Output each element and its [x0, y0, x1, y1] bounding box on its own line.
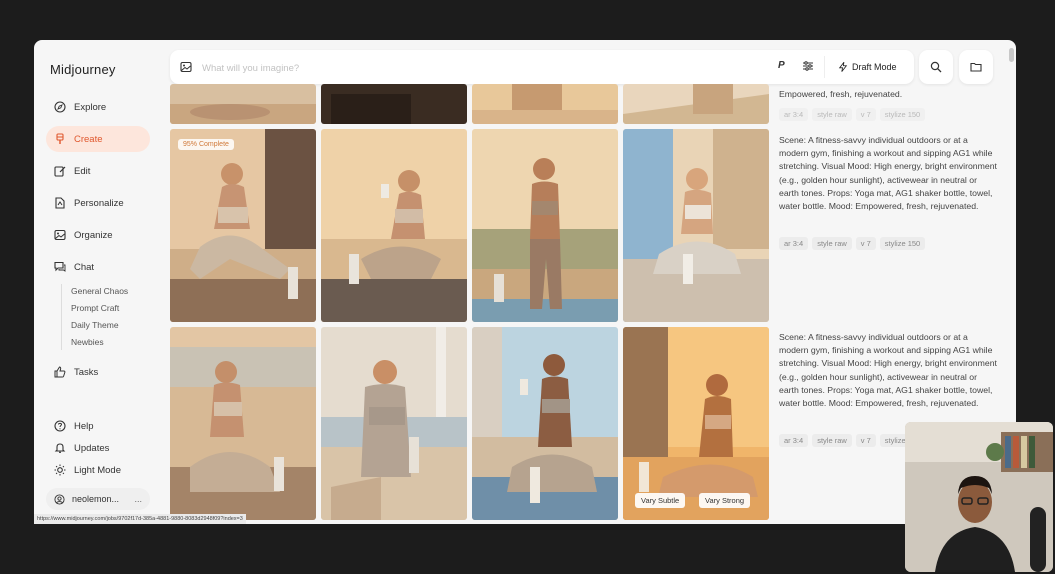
app-logo[interactable]: Midjourney	[50, 62, 116, 77]
status-bar-url: https://www.midjourney.com/jobs/9702f17d…	[34, 514, 246, 524]
sidebar-item-label: Chat	[74, 261, 95, 273]
edit-icon	[54, 166, 66, 177]
sidebar-item-label: Light Mode	[74, 464, 122, 476]
sidebar-item-label: Organize	[74, 229, 113, 241]
sidebar-item-label: Tasks	[74, 366, 99, 378]
sidebar-item-explore[interactable]: Explore	[46, 94, 150, 120]
brush-icon	[56, 133, 64, 144]
image-tile[interactable]	[321, 327, 467, 520]
chat-icon	[54, 261, 66, 272]
sidebar-item-label: Create	[74, 133, 103, 145]
prompt-bar: P Draft Mode	[170, 50, 914, 84]
prompt-tags: ar 3:4 style raw v 7 stylize 150	[779, 434, 926, 447]
tag-stylize[interactable]: stylize 150	[879, 108, 926, 121]
tag-stylize[interactable]: stylize 150	[879, 237, 926, 250]
search-icon	[930, 61, 942, 73]
image-tile[interactable]: Vary Subtle Vary Strong	[623, 327, 769, 520]
divider	[824, 56, 825, 78]
image-prompt-icon[interactable]	[180, 61, 192, 73]
image-tile[interactable]	[321, 84, 467, 124]
tag-aspect-ratio[interactable]: ar 3:4	[779, 108, 809, 121]
vary-strong-button[interactable]: Vary Strong	[699, 493, 751, 508]
prompt-input[interactable]	[200, 58, 764, 78]
sidebar-item-light-mode[interactable]: Light Mode	[46, 457, 150, 483]
chat-room-newbies[interactable]: Newbies	[71, 337, 104, 347]
personalize-icon	[55, 197, 65, 209]
sidebar-item-label: Help	[74, 420, 94, 432]
draft-mode-label: Draft Mode	[852, 62, 897, 72]
personalization-button[interactable]: P	[778, 60, 785, 71]
progress-badge: 95% Complete	[178, 139, 234, 150]
sidebar-item-create[interactable]: Create	[46, 126, 150, 152]
compass-icon	[54, 101, 66, 113]
chat-room-prompt-craft[interactable]: Prompt Craft	[71, 303, 119, 313]
tag-version[interactable]: v 7	[855, 434, 876, 447]
image-tile[interactable]: 95% Complete	[170, 129, 316, 322]
image-tile[interactable]	[472, 129, 618, 322]
user-account[interactable]: neolemon... ...	[46, 488, 150, 510]
user-avatar-icon	[54, 493, 65, 505]
image-tile[interactable]	[321, 129, 467, 322]
image-tile[interactable]	[623, 129, 769, 322]
image-tile[interactable]	[472, 84, 618, 124]
username: neolemon...	[72, 494, 120, 504]
sidebar-item-personalize[interactable]: Personalize	[46, 190, 150, 216]
tag-version[interactable]: v 7	[855, 108, 876, 121]
webcam-overlay	[905, 422, 1053, 572]
image-tile[interactable]	[170, 84, 316, 124]
bell-icon	[54, 443, 66, 453]
sidebar-item-label: Personalize	[74, 197, 124, 209]
prompt-text[interactable]: Scene: A fitness-savvy individual outdoo…	[779, 331, 999, 410]
user-menu-button[interactable]: ...	[134, 494, 142, 504]
sidebar: Midjourney Explore Create Edit Personali…	[34, 40, 164, 524]
draft-mode-button[interactable]: Draft Mode	[830, 56, 905, 78]
folder-button[interactable]	[959, 50, 993, 84]
vary-subtle-button[interactable]: Vary Subtle	[635, 493, 686, 508]
sun-icon	[54, 464, 66, 476]
image-icon	[54, 229, 66, 241]
help-icon	[54, 420, 66, 432]
settings-sliders-icon[interactable]	[802, 60, 814, 72]
image-tile[interactable]	[472, 327, 618, 520]
tag-style[interactable]: style raw	[812, 237, 852, 250]
tag-aspect-ratio[interactable]: ar 3:4	[779, 237, 809, 250]
prompt-text-partial: Empowered, fresh, rejuvenated.	[779, 89, 903, 99]
tag-style[interactable]: style raw	[812, 108, 852, 121]
sidebar-item-edit[interactable]: Edit	[46, 158, 150, 184]
tag-aspect-ratio[interactable]: ar 3:4	[779, 434, 809, 447]
image-tile[interactable]	[623, 84, 769, 124]
prompt-tags: ar 3:4 style raw v 7 stylize 150	[779, 108, 926, 121]
thumbs-up-icon	[54, 366, 66, 378]
folder-icon	[970, 62, 982, 72]
sidebar-item-chat[interactable]: Chat	[46, 254, 150, 280]
prompt-tags: ar 3:4 style raw v 7 stylize 150	[779, 237, 926, 250]
tag-style[interactable]: style raw	[812, 434, 852, 447]
sidebar-item-organize[interactable]: Organize	[46, 222, 150, 248]
search-button[interactable]	[919, 50, 953, 84]
chat-rooms-divider	[61, 284, 62, 350]
sidebar-item-label: Explore	[74, 101, 107, 113]
tag-version[interactable]: v 7	[855, 237, 876, 250]
sidebar-item-label: Edit	[74, 165, 91, 177]
lightning-icon	[838, 62, 848, 72]
chat-room-daily-theme[interactable]: Daily Theme	[71, 320, 119, 330]
scrollbar[interactable]	[1009, 48, 1014, 62]
image-tile[interactable]	[170, 327, 316, 520]
chat-room-general-chaos[interactable]: General Chaos	[71, 286, 128, 296]
app-window: Midjourney Explore Create Edit Personali…	[34, 40, 1016, 524]
sidebar-item-tasks[interactable]: Tasks	[46, 359, 150, 385]
prompt-text[interactable]: Scene: A fitness-savvy individual outdoo…	[779, 134, 999, 213]
sidebar-item-label: Updates	[74, 442, 110, 454]
